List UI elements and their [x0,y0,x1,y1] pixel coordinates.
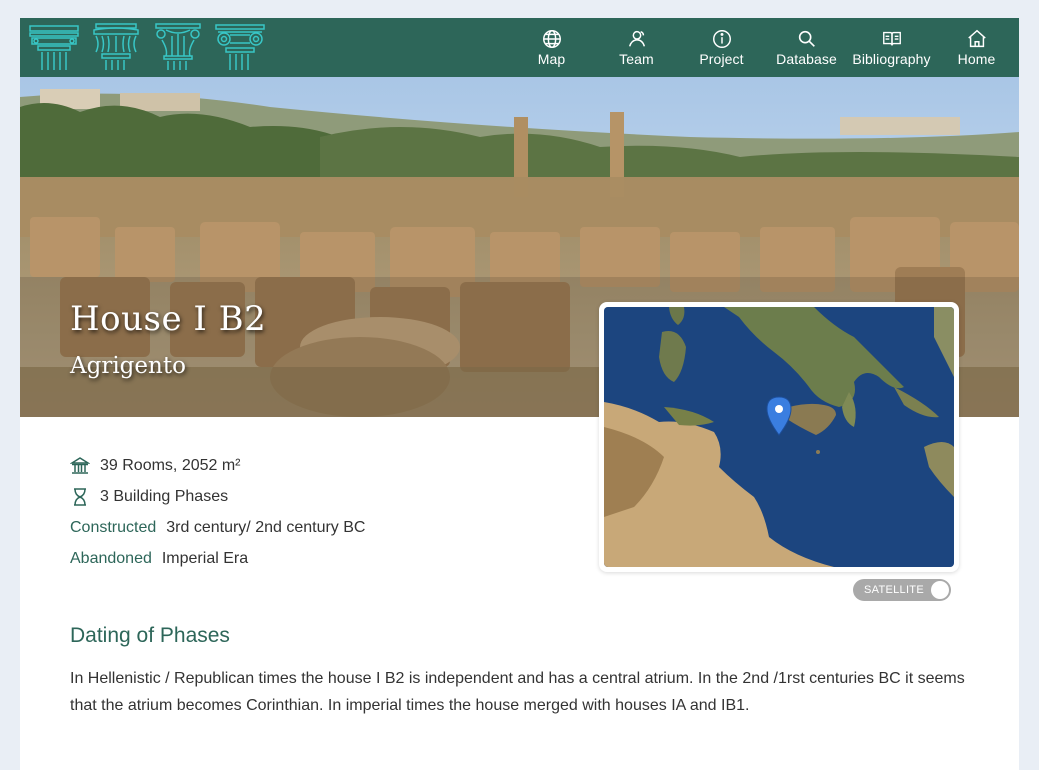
fact-rooms: 39 Rooms, 2052 m² [70,450,365,481]
composite-capital-icon [155,23,201,70]
nav-map[interactable]: Map [509,18,594,77]
doric-capital-icon [29,25,79,70]
nav-project[interactable]: Project [679,18,764,77]
nav-team-label: Team [619,51,654,67]
nav-map-label: Map [537,51,566,67]
top-navigation-bar: Map Team Project Database Bibliography H… [20,18,1019,77]
fact-rooms-value: 39 Rooms, 2052 m² [100,456,241,474]
nav-bibliography[interactable]: Bibliography [849,18,934,77]
hourglass-icon [70,487,90,507]
building-icon [70,456,90,476]
location-map-card [599,302,959,572]
fact-constructed-label: Constructed [70,518,157,536]
nav-project-label: Project [699,51,744,67]
fact-constructed-value: 3rd century/ 2nd century BC [166,518,366,536]
page-subtitle: Agrigento [70,353,186,379]
ionic-capital-icon [215,24,265,70]
nav-database-label: Database [776,51,837,67]
satellite-toggle-label: SATELLITE [864,584,924,596]
info-icon [712,30,731,48]
satellite-toggle[interactable]: SATELLITE [853,579,951,601]
nav-bibliography-label: Bibliography [852,51,931,67]
fact-constructed: Constructed 3rd century/ 2nd century BC [70,512,365,543]
home-icon [967,29,986,48]
search-icon [798,30,815,47]
fact-phases: 3 Building Phases [70,481,365,512]
fact-abandoned-value: Imperial Era [161,549,249,567]
fact-phases-value: 3 Building Phases [100,487,229,505]
corinthian-capital-icon [93,23,139,70]
nav-team[interactable]: Team [594,18,679,77]
dating-section-title: Dating of Phases [70,624,230,647]
team-icon [628,30,645,47]
fact-abandoned-label: Abandoned [70,549,152,567]
page-title: House I B2 [70,299,267,339]
main-nav: Map Team Project Database Bibliography H… [509,18,1019,77]
app-window: Map Team Project Database Bibliography H… [20,18,1019,770]
location-map[interactable] [604,307,954,567]
book-icon [882,31,901,46]
fact-abandoned: Abandoned Imperial Era [70,543,365,574]
toggle-knob [931,581,949,599]
globe-icon [542,30,561,48]
house-facts: 39 Rooms, 2052 m² 3 Building Phases Cons… [70,450,365,574]
nav-home-label: Home [957,51,996,67]
nav-home[interactable]: Home [934,18,1019,77]
dating-description: In Hellenistic / Republican times the ho… [70,670,965,714]
site-logo[interactable] [28,22,266,72]
nav-database[interactable]: Database [764,18,849,77]
